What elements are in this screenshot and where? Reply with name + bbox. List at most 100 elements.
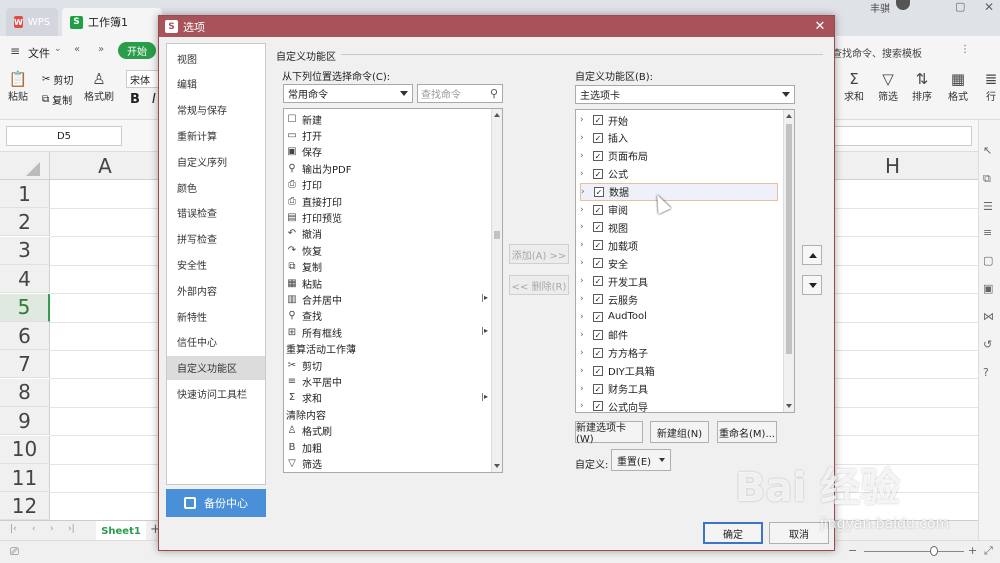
format-painter-button[interactable]: ♙ 格式刷 — [84, 70, 114, 103]
tab-start[interactable]: 开始 — [118, 42, 156, 59]
share-icon[interactable]: ⋈ — [983, 310, 994, 323]
customize-ribbon-select[interactable]: 主选项卡 — [575, 85, 795, 104]
command-item[interactable]: ⊞ 所有框线 — [286, 324, 342, 340]
move-up-button[interactable] — [802, 245, 822, 265]
nav-item[interactable]: 自定义序列 — [167, 149, 265, 173]
command-item[interactable]: Σ 求和 — [286, 390, 322, 406]
pointer-icon[interactable]: ↖ — [983, 144, 992, 157]
ribbon-tab-item[interactable]: › ✓ 视图 — [580, 218, 628, 236]
zoom-thumb[interactable] — [930, 546, 938, 556]
expand-icon[interactable]: › — [580, 115, 588, 125]
expand-icon[interactable]: › — [580, 312, 588, 322]
row-header[interactable]: 9 — [0, 407, 50, 436]
row-button[interactable]: ≣ 行 — [982, 70, 1000, 103]
nav-item[interactable]: 常规与保存 — [167, 98, 265, 122]
checkbox[interactable]: ✓ — [593, 258, 603, 269]
hamburger-icon[interactable]: ≡ — [10, 44, 20, 58]
command-list-scrollbar[interactable] — [491, 109, 502, 472]
copy-icon[interactable]: ⧉ — [983, 172, 991, 186]
cut-button[interactable]: ✂ 剪切 — [42, 72, 73, 87]
history-icon[interactable]: ↺ — [983, 338, 992, 351]
command-item[interactable]: ⚲ 查找 — [286, 308, 322, 324]
close-window-icon[interactable]: ✕ — [984, 0, 994, 14]
chevron-down-icon[interactable]: ⌄ — [54, 44, 62, 54]
zoom-in-icon[interactable]: + — [968, 544, 977, 557]
checkbox[interactable]: ✓ — [593, 365, 603, 376]
command-item[interactable]: 清除内容 — [286, 406, 326, 422]
expand-icon[interactable]: › — [580, 401, 588, 411]
remove-button[interactable]: << 删除(R) — [509, 275, 569, 295]
checkbox[interactable]: ✓ — [593, 168, 603, 179]
checkbox[interactable]: ✓ — [593, 204, 603, 215]
expand-icon[interactable]: › — [580, 294, 588, 304]
expand-icon[interactable]: › — [580, 348, 588, 358]
zoom-slider[interactable] — [864, 551, 964, 552]
ribbon-tab-item[interactable]: › ✓ 审阅 — [580, 201, 628, 219]
ribbon-tab-item[interactable]: › ✓ 财务工具 — [580, 380, 648, 398]
expand-icon[interactable]: › — [580, 169, 588, 179]
nav-item[interactable]: 拼写检查 — [167, 227, 265, 251]
layers-icon[interactable]: ≡ — [983, 226, 992, 239]
command-item[interactable]: B 加粗 — [286, 439, 322, 455]
ribbon-tab-item[interactable]: › ✓ 开发工具 — [580, 272, 648, 290]
prev-sheet-icon[interactable]: ‹ — [32, 524, 36, 534]
command-search[interactable]: 查找命令、搜索模板 — [832, 45, 922, 60]
command-search-input[interactable]: 查找命令 ⚲ — [417, 84, 503, 103]
expand-icon[interactable]: › — [580, 258, 588, 268]
new-group-button[interactable]: 新建组(N) — [650, 421, 709, 443]
expand-icon[interactable]: › — [580, 276, 588, 286]
nav-item[interactable]: 重新计算 — [167, 123, 265, 147]
font-select[interactable]: 宋体 — [126, 70, 160, 88]
row-header[interactable]: 10 — [0, 435, 50, 464]
nav-item[interactable]: 新特性 — [167, 304, 265, 328]
expand-icon[interactable]: › — [581, 187, 589, 197]
checkbox[interactable]: ✓ — [593, 150, 603, 161]
checkbox[interactable]: ✓ — [593, 294, 603, 304]
nav-item[interactable]: 快速访问工具栏 — [167, 381, 265, 405]
row-header[interactable]: 2 — [0, 208, 50, 237]
dialog-title-bar[interactable]: S 选项 — [159, 16, 834, 37]
scroll-thumb[interactable] — [494, 231, 500, 239]
scroll-thumb[interactable] — [786, 124, 792, 354]
checkbox[interactable]: ✓ — [593, 329, 603, 340]
bold-button[interactable]: B — [130, 92, 140, 107]
nav-item[interactable]: 安全性 — [167, 252, 265, 276]
zoom-out-icon[interactable]: − — [848, 544, 857, 557]
nav-item[interactable]: 错误检查 — [167, 201, 265, 225]
command-item[interactable]: ▭ 打开 — [286, 127, 322, 143]
row-header[interactable]: 4 — [0, 265, 50, 294]
checkbox[interactable]: ✓ — [593, 401, 603, 412]
nav-item[interactable]: 外部内容 — [167, 278, 265, 302]
ribbon-tab-item[interactable]: › ✓ 页面布局 — [580, 147, 648, 165]
add-button[interactable]: 添加(A) >> — [509, 244, 569, 264]
formula-input[interactable] — [830, 126, 972, 146]
expand-icon[interactable]: › — [580, 240, 588, 250]
ok-button[interactable]: 确定 — [703, 522, 763, 544]
fullscreen-icon[interactable]: ⤢ — [984, 544, 993, 558]
help-icon[interactable]: ? — [983, 366, 989, 379]
window-icon[interactable]: ▢ — [983, 254, 993, 267]
reset-button[interactable]: 重置(E) — [611, 449, 671, 471]
name-box[interactable]: D5 — [6, 126, 122, 146]
checkbox[interactable]: ✓ — [593, 240, 603, 251]
tabs-tree-scrollbar[interactable] — [783, 110, 794, 412]
workbook-tab[interactable]: S 工作簿1 — [62, 8, 162, 36]
ribbon-tabs-tree[interactable]: › ✓ 开始 › ✓ 插入 › ✓ 页面布局 › ✓ 公式 › ✓ 数据 › ✓ 审阅 › ✓ 视图 › ✓ 加载项 › ✓ 安全 ›… — [575, 109, 795, 413]
checkbox[interactable]: ✓ — [593, 347, 603, 358]
row-header[interactable]: 8 — [0, 378, 50, 407]
command-item[interactable]: ☐ 新建 — [286, 111, 322, 127]
avatar[interactable] — [896, 0, 910, 10]
row-header[interactable]: 5 — [0, 293, 50, 322]
wps-home-tab[interactable]: W WPS — [6, 8, 58, 36]
expand-icon[interactable]: › — [580, 384, 588, 394]
expand-icon[interactable]: › — [580, 205, 588, 215]
expand-icon[interactable]: › — [580, 330, 588, 340]
command-item[interactable]: ▦ 粘贴 — [286, 275, 322, 291]
select-all-corner[interactable] — [0, 152, 50, 180]
ribbon-tab-item[interactable]: › ✓ DIY工具箱 — [580, 362, 655, 380]
row-header[interactable]: 1 — [0, 180, 50, 208]
command-item[interactable]: ⎙ 打印 — [286, 177, 322, 193]
checkbox[interactable]: ✓ — [593, 383, 603, 394]
command-item[interactable]: 重算活动工作薄 — [286, 341, 356, 357]
nav-item[interactable]: 编辑 — [167, 72, 265, 96]
